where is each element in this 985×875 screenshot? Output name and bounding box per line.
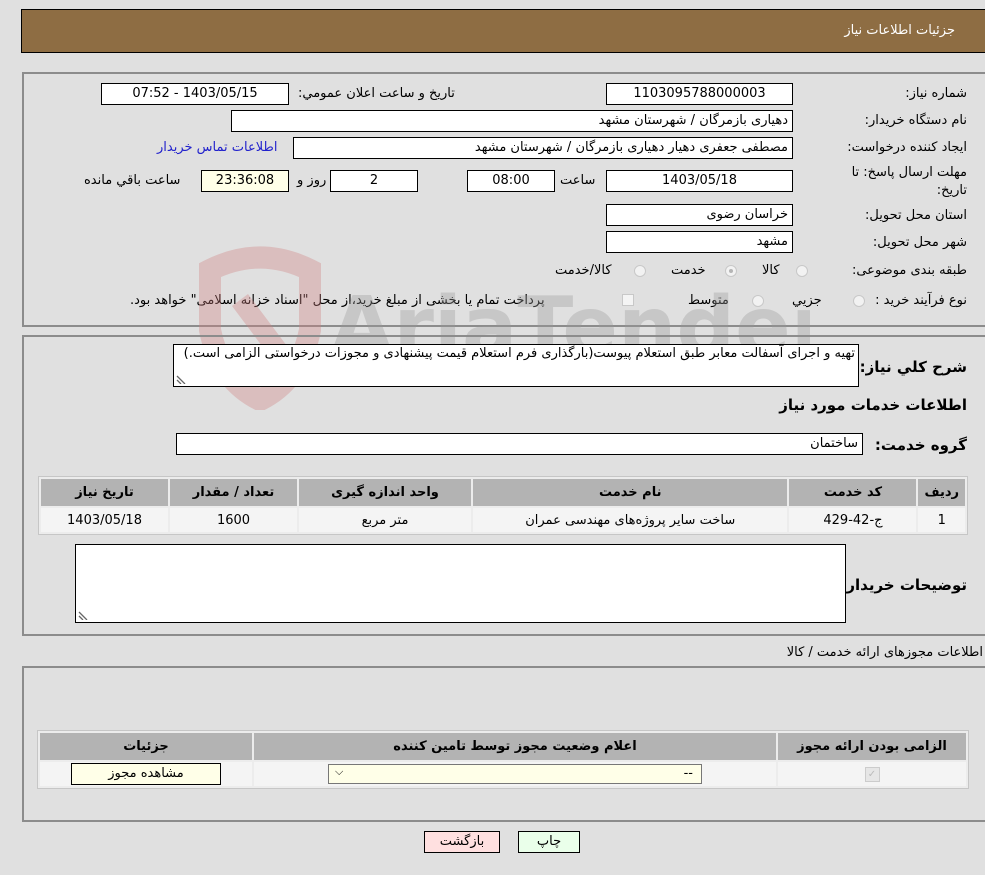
back-button[interactable]: بازگشت (424, 831, 500, 853)
permit-status-select[interactable]: -- ⌵ (328, 764, 702, 784)
category-label: طبقه بندی موضوعی: (851, 263, 967, 278)
cell-permit-status: -- ⌵ (254, 762, 776, 786)
category-option-service: خدمت (671, 263, 706, 278)
resize-grip-icon[interactable] (78, 610, 88, 620)
service-group-label: گروه خدمت: (874, 436, 967, 454)
required-checkbox[interactable]: ✓ (864, 767, 880, 782)
cell-need-date: 1403/05/18 (41, 508, 168, 532)
services-table-header: ردیف کد خدمت نام خدمت واحد اندازه گیری ت… (41, 479, 965, 506)
table-row: ✓ -- ⌵ مشاهده مجوز (40, 762, 966, 786)
col-need-date: تاریخ نیاز (41, 479, 168, 506)
buyer-org-label: نام دستگاه خریدار: (864, 113, 967, 128)
purchase-type-option-medium: متوسط (688, 293, 729, 308)
deadline-time-field[interactable]: 08:00 (467, 170, 555, 192)
remaining-days-field[interactable]: 2 (330, 170, 418, 192)
cell-quantity: 1600 (170, 508, 297, 532)
remaining-time-label: ساعت باقي مانده (84, 173, 181, 188)
cell-permit-required: ✓ (778, 762, 966, 786)
purchase-type-radio-minor[interactable] (853, 295, 865, 307)
page-header: جزئیات اطلاعات نیاز (21, 9, 985, 53)
province-field[interactable]: خراسان رضوی (606, 204, 793, 226)
cell-permit-details: مشاهده مجوز (40, 762, 252, 786)
col-permit-details: جزئیات (40, 733, 252, 760)
service-group-field[interactable]: ساختمان (176, 433, 863, 455)
col-permit-required: الزامی بودن ارائه مجوز (778, 733, 966, 760)
requester-field[interactable]: مصطفی جعفری دهیار دهیاری بازمرگان / شهرس… (293, 137, 793, 159)
category-radio-service[interactable] (725, 265, 737, 277)
col-row: ردیف (918, 479, 965, 506)
col-unit: واحد اندازه گیری (299, 479, 471, 506)
buyer-notes-field[interactable] (75, 544, 846, 623)
remaining-time-field: 23:36:08 (201, 170, 289, 192)
permits-section-title: اطلاعات مجوزهای ارائه خدمت / کالا (786, 645, 983, 660)
category-radio-goods[interactable] (796, 265, 808, 277)
deadline-label-date: تاریخ: (936, 183, 967, 198)
col-quantity: تعداد / مقدار (170, 479, 297, 506)
city-field[interactable]: مشهد (606, 231, 793, 253)
announce-datetime-field[interactable]: 1403/05/15 - 07:52 (101, 83, 289, 105)
col-permit-status: اعلام وضعیت مجوز توسط تامین کننده (254, 733, 776, 760)
days-label: روز و (297, 173, 327, 188)
buyer-notes-label: توضیحات خریدار: (840, 576, 967, 594)
city-label: شهر محل تحویل: (872, 235, 967, 250)
cell-service-name: ساخت سایر پروژه‌های مهندسی عمران (473, 508, 788, 532)
requester-label: ایجاد کننده درخواست: (847, 140, 967, 155)
page-title: جزئیات اطلاعات نیاز (844, 23, 955, 38)
description-label: شرح کلي نیاز: (859, 358, 967, 376)
category-option-goods-service: کالا/خدمت (555, 263, 612, 278)
col-service-name: نام خدمت (473, 479, 788, 506)
resize-grip-icon[interactable] (176, 374, 186, 384)
permits-table-header: الزامی بودن ارائه مجوز اعلام وضعیت مجوز … (40, 733, 966, 760)
permit-status-value: -- (683, 766, 693, 781)
buyer-org-field[interactable]: دهیاری بازمرگان / شهرستان مشهد (231, 110, 793, 132)
description-text: تهیه و اجرای آسفالت معابر طبق استعلام پی… (183, 346, 855, 361)
services-table: ردیف کد خدمت نام خدمت واحد اندازه گیری ت… (38, 476, 968, 535)
province-label: استان محل تحویل: (865, 208, 967, 223)
purchase-type-label: نوع فرآیند خرید : (875, 293, 967, 308)
need-number-label: شماره نیاز: (905, 86, 967, 101)
deadline-label: مهلت ارسال پاسخ: تا (851, 165, 967, 180)
need-number-field[interactable]: 1103095788000003 (606, 83, 793, 105)
description-field[interactable]: تهیه و اجرای آسفالت معابر طبق استعلام پی… (173, 344, 859, 387)
treasury-checkbox[interactable] (622, 294, 634, 306)
table-row: 1 ج-42-429 ساخت سایر پروژه‌های مهندسی عم… (41, 508, 965, 532)
category-option-goods: کالا (762, 263, 780, 278)
purchase-type-option-minor: جزيي (792, 293, 822, 308)
purchase-type-radio-medium[interactable] (752, 295, 764, 307)
services-section-title: اطلاعات خدمات مورد نیاز (779, 396, 967, 414)
cell-service-code: ج-42-429 (789, 508, 917, 532)
cell-unit: متر مربع (299, 508, 471, 532)
chevron-down-icon: ⌵ (335, 765, 344, 778)
buyer-contact-link[interactable]: اطلاعات تماس خریدار (157, 140, 277, 155)
deadline-time-label: ساعت (560, 173, 596, 188)
category-radio-goods-service[interactable] (634, 265, 646, 277)
print-button[interactable]: چاپ (518, 831, 580, 853)
cell-row: 1 (918, 508, 965, 532)
permits-table: الزامی بودن ارائه مجوز اعلام وضعیت مجوز … (37, 730, 969, 789)
treasury-note: پرداخت تمام یا بخشی از مبلغ خرید،از محل … (130, 293, 545, 308)
view-permit-button[interactable]: مشاهده مجوز (71, 763, 221, 785)
col-service-code: کد خدمت (789, 479, 917, 506)
announce-datetime-label: تاریخ و ساعت اعلان عمومي: (298, 86, 455, 101)
deadline-date-field[interactable]: 1403/05/18 (606, 170, 793, 192)
